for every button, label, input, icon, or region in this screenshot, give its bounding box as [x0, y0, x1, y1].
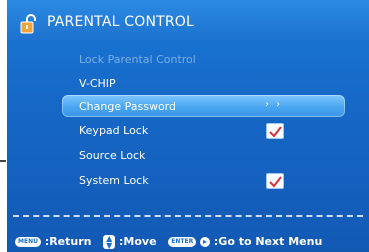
- checkmark-icon: [269, 176, 282, 188]
- page-title: PARENTAL CONTROL: [47, 14, 195, 30]
- enter-key-icon: ENTER: [168, 237, 197, 247]
- move-hint: :Move: [119, 235, 157, 248]
- checkmark-icon: [269, 126, 282, 138]
- keypad-lock-checkbox[interactable]: [267, 124, 283, 138]
- padlock-icon: [20, 14, 36, 34]
- footer-divider: [13, 215, 363, 217]
- next-menu-hint: :Go to Next Menu: [213, 235, 323, 248]
- up-down-key-icon: ▲ ▼: [103, 235, 116, 250]
- menu-key-icon: MENU: [15, 237, 41, 247]
- menu-item-v-chip[interactable]: V-CHIP: [79, 76, 116, 92]
- submenu-arrow-icon: › ›: [265, 99, 283, 110]
- parental-control-panel: PARENTAL CONTROL Lock Parental Control V…: [7, 0, 369, 252]
- return-hint: :Return: [44, 235, 92, 248]
- panel-header: PARENTAL CONTROL: [7, 0, 369, 40]
- system-lock-checkbox[interactable]: [267, 174, 283, 188]
- menu-item-change-password-label: Change Password: [79, 100, 176, 113]
- menu-item-lock-parental-control: Lock Parental Control: [79, 53, 196, 66]
- footer-hints: MENU :Return ▲ ▼ :Move ENTER ▸ :Go to Nex…: [15, 235, 323, 250]
- menu-item-keypad-lock[interactable]: Keypad Lock: [79, 123, 148, 139]
- menu-item-system-lock[interactable]: System Lock: [79, 173, 149, 189]
- menu-item-source-lock[interactable]: Source Lock: [79, 148, 145, 164]
- edge-tick: [0, 160, 6, 162]
- right-arrow-key-icon: ▸: [200, 237, 211, 247]
